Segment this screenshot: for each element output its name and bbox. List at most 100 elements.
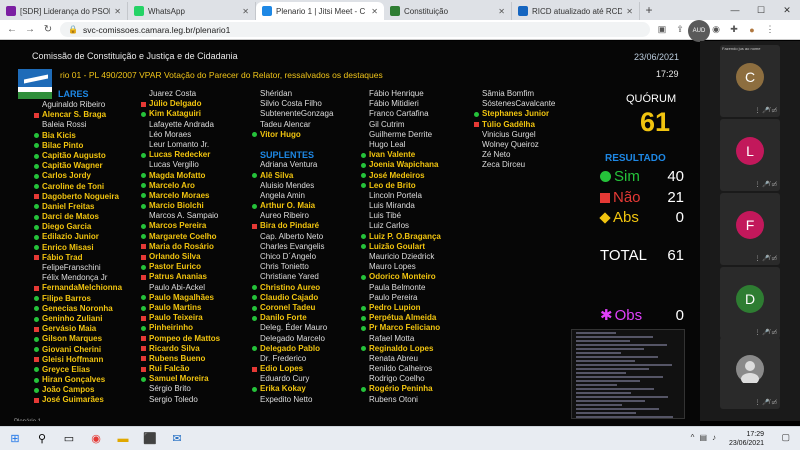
mini-preview-line: [576, 368, 649, 370]
participant-tile[interactable]: D ⋮ 🎤̸ ▭̸: [720, 267, 780, 339]
outlook-icon[interactable]: ✉: [168, 430, 186, 448]
total-label: TOTAL: [600, 247, 647, 264]
pdf-icon[interactable]: ⬛: [141, 430, 159, 448]
deputy-name: Zeca Dirceu: [482, 160, 526, 170]
deputy-name: Pr Marco Feliciano: [369, 323, 441, 333]
deputy-name: Rodrigo Coelho: [369, 374, 425, 384]
browser-tab[interactable]: RICD atualizado até RCD 21-✕: [512, 2, 640, 20]
muted-mic-icon[interactable]: ⋮ 🎤̸ ▭̸: [755, 329, 777, 336]
deputy-name: Capitão Wagner: [42, 161, 103, 171]
muted-mic-icon[interactable]: ⋮ 🎤̸ ▭̸: [755, 399, 777, 406]
deputy-row: Gil Cutrim: [361, 120, 441, 130]
mini-preview-line: [576, 384, 617, 386]
participant-tile[interactable]: F ⋮ 🎤̸ ▭̸: [720, 193, 780, 265]
browser-tab[interactable]: WhatsApp ✕: [128, 2, 256, 20]
participant-tile[interactable]: ⋮ 🎤̸ ▭̸: [720, 337, 780, 409]
forward-icon[interactable]: →: [24, 24, 36, 35]
address-field[interactable]: 🔒 svc-comissoes.camara.leg.br/plenario1: [60, 22, 650, 37]
volume-icon[interactable]: ♪: [712, 433, 716, 442]
tab-close-icon[interactable]: ✕: [371, 7, 378, 16]
deputy-row: José Medeiros: [361, 171, 441, 181]
sim-vote-icon: [34, 133, 39, 139]
sim-vote-icon: [34, 316, 39, 322]
sim-vote-icon: [141, 305, 146, 311]
extension-icon[interactable]: ◉: [710, 24, 722, 35]
share-icon[interactable]: ⇪: [674, 24, 686, 35]
deputy-name: Odorico Monteiro: [369, 272, 436, 282]
muted-mic-icon[interactable]: ⋮ 🎤̸ ▭̸: [755, 255, 777, 262]
browser-tab[interactable]: Constituição ✕: [384, 2, 512, 20]
deputy-name: Geninho Zuliani: [42, 313, 103, 323]
deputy-row: Sérgio Brito: [141, 384, 220, 394]
deputy-name: FelipeFranschini: [42, 263, 101, 272]
minimize-icon[interactable]: —: [722, 0, 748, 20]
deputy-name: Christino Aureo: [260, 282, 321, 292]
browser-tab[interactable]: [SDR] Liderança do PSOL - C ✕: [0, 2, 128, 20]
deputy-name: Capitão Augusto: [42, 150, 106, 160]
deputy-row: FernandaMelchionna: [34, 283, 122, 293]
deputy-row: Caroline de Toni: [34, 182, 122, 192]
tab-close-icon[interactable]: ✕: [114, 7, 121, 16]
file-explorer-icon[interactable]: ▬: [114, 430, 132, 448]
avatar: L: [736, 137, 764, 165]
chevron-up-icon[interactable]: ^: [691, 433, 695, 442]
nao-vote-icon: [141, 315, 146, 321]
deputy-name: Renildo Calheiros: [369, 364, 433, 374]
taskbar-clock[interactable]: 17:29 23/06/2021: [729, 430, 764, 448]
muted-mic-icon[interactable]: ⋮ 🎤̸ ▭̸: [755, 181, 777, 188]
tab-close-icon[interactable]: ✕: [626, 7, 633, 16]
browser-tab[interactable]: Plenario 1 | Jitsi Meet - C ✕: [256, 2, 384, 20]
tab-close-icon[interactable]: ✕: [498, 7, 505, 16]
deputy-row: Rubens Bueno: [141, 354, 220, 364]
deputy-row: Paulo Teixeira: [141, 313, 220, 323]
no-vote-marker: [252, 193, 257, 198]
deputy-name: Léo Moraes: [149, 129, 192, 139]
deputy-name: Lucas Redecker: [149, 150, 211, 160]
system-tray: ^ ▤ ♪: [691, 433, 716, 442]
task-view-icon[interactable]: ▭: [60, 430, 78, 448]
deputy-name: Sérgio Brito: [149, 384, 191, 394]
nao-vote-icon: [34, 357, 39, 363]
sim-vote-icon: [361, 152, 366, 158]
notification-icon[interactable]: ▢: [781, 432, 790, 443]
muted-mic-icon[interactable]: ⋮ 🎤̸ ▭̸: [755, 107, 777, 114]
deputy-row: Baleia Rossi: [34, 120, 122, 130]
participant-tile[interactable]: L ⋮ 🎤̸ ▭̸: [720, 119, 780, 191]
windows-start-icon[interactable]: ⊞: [6, 430, 24, 448]
camera-icon[interactable]: ▣: [656, 24, 668, 35]
deputy-row: Luizão Goulart: [361, 242, 441, 252]
puzzle-icon[interactable]: ✚: [728, 24, 740, 35]
menu-icon[interactable]: ⋮: [764, 24, 776, 35]
close-icon[interactable]: ✕: [774, 0, 800, 20]
no-vote-marker: [361, 102, 366, 107]
network-icon[interactable]: ▤: [699, 433, 707, 442]
deputy-row: Gervásio Maia: [34, 324, 122, 334]
deputy-row: Rodrigo Coelho: [361, 374, 441, 384]
no-vote-marker: [34, 103, 39, 108]
deputy-row: Paulo Magalhães: [141, 293, 220, 303]
sim-vote-icon: [34, 153, 39, 159]
sim-vote-icon: [141, 295, 146, 301]
avatar[interactable]: ●: [746, 25, 758, 35]
deputy-row: Perpétua Almeida: [361, 313, 441, 323]
sim-vote-icon: [141, 111, 146, 117]
new-tab-icon[interactable]: +: [640, 3, 658, 17]
tab-close-icon[interactable]: ✕: [242, 7, 249, 16]
taskbar: ⊞ ⚲ ▭ ◉ ▬ ⬛ ✉ ^ ▤ ♪ 17:29 23/06/2021 ▢: [0, 426, 800, 450]
deputy-row: Sergio Toledo: [141, 395, 220, 405]
chrome-icon[interactable]: ◉: [87, 430, 105, 448]
deputy-name: Tadeu Alencar: [260, 119, 311, 129]
maximize-icon[interactable]: ☐: [748, 0, 774, 20]
back-icon[interactable]: ←: [6, 24, 18, 35]
reload-icon[interactable]: ↻: [42, 24, 54, 35]
deputy-name: Franco Cartafina: [369, 109, 429, 119]
tab-favicon-icon: [134, 6, 144, 16]
deputy-row: Adriana Ventura: [252, 160, 333, 170]
participant-tile[interactable]: C ⋮ 🎤̸ ▭̸ Fazendo jus ao nome: [720, 45, 780, 117]
deputy-name: Arthur O. Maia: [260, 201, 316, 211]
sim-vote-icon: [34, 173, 39, 179]
deputy-name: Gleisi Hoffmann: [42, 354, 104, 364]
search-icon[interactable]: ⚲: [33, 430, 51, 448]
deputy-row: Mauricio Dziedrick: [361, 252, 441, 262]
deputy-row: Luiz Carlos: [361, 221, 441, 231]
